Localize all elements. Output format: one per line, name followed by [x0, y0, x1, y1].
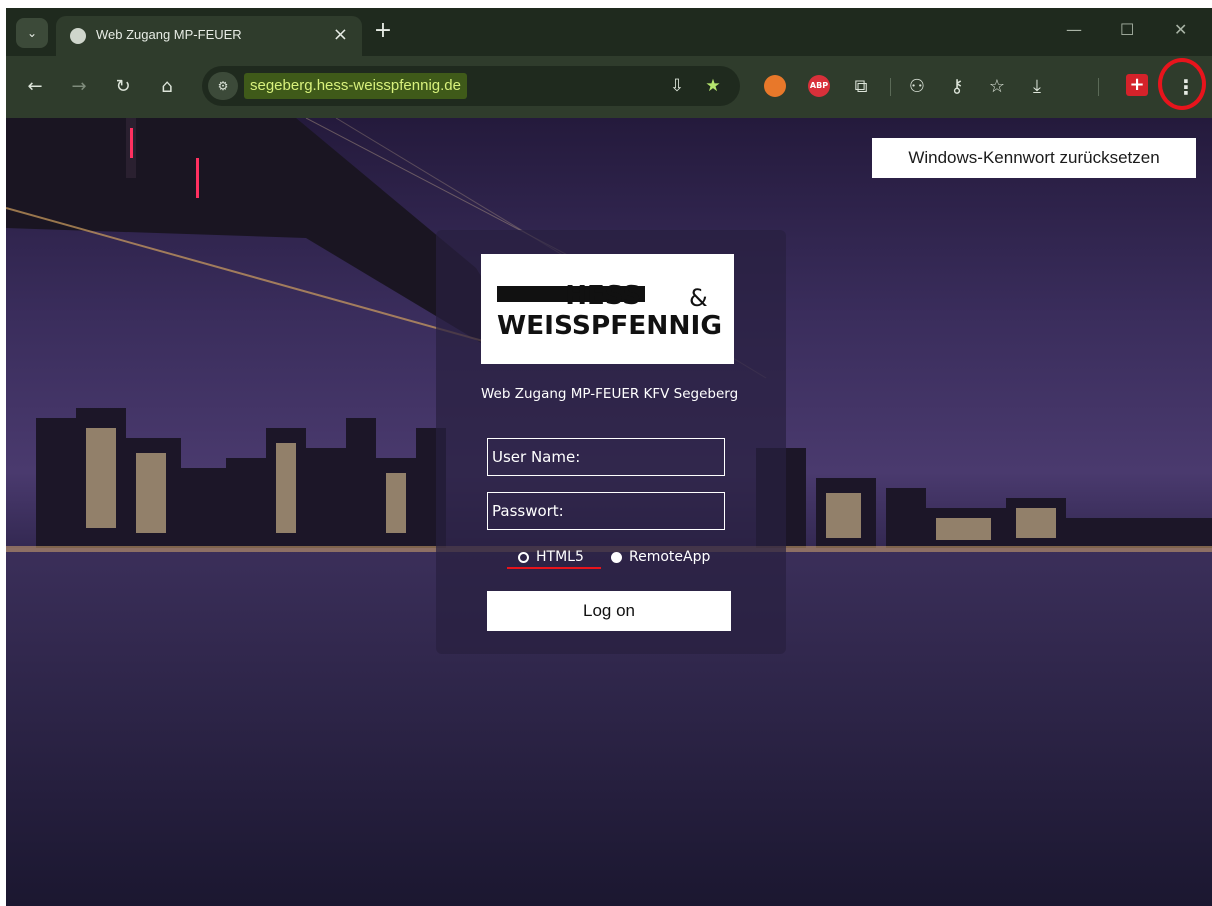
forward-button[interactable]: →: [66, 74, 92, 100]
password-field[interactable]: Passwort:: [487, 492, 725, 530]
radio-remoteapp-label[interactable]: RemoteApp: [629, 549, 710, 565]
minimize-button[interactable]: —: [1066, 20, 1082, 39]
extension-orange-icon[interactable]: [764, 75, 786, 97]
reload-button[interactable]: ↻: [110, 74, 136, 100]
url-text[interactable]: segeberg.hess-weisspfennig.de: [244, 73, 467, 99]
hess-weisspfennig-logo: HESS & WEISSPFENNIG: [497, 281, 722, 341]
bookmark-star-icon[interactable]: ★: [700, 73, 726, 99]
company-logo: HESS & WEISSPFENNIG: [481, 254, 734, 364]
password-key-icon[interactable]: ⚷: [944, 74, 970, 100]
tab-search-button[interactable]: ⌄: [16, 18, 48, 48]
red-cross-extension-icon[interactable]: +: [1126, 74, 1148, 96]
back-button[interactable]: ←: [22, 74, 48, 100]
bookmarks-icon[interactable]: ☆: [984, 74, 1010, 100]
svg-text:&: &: [689, 284, 708, 312]
annotation-underline: [507, 567, 601, 569]
new-tab-button[interactable]: +: [370, 18, 396, 44]
annotation-circle: [1158, 58, 1206, 110]
site-info-icon[interactable]: ⚙: [208, 72, 238, 100]
tab-active[interactable]: Web Zugang MP-FEUER ×: [56, 16, 362, 56]
close-tab-icon[interactable]: ×: [333, 24, 348, 45]
radio-remoteapp[interactable]: [611, 552, 622, 563]
home-button[interactable]: ⌂: [154, 74, 180, 100]
reset-windows-password-button[interactable]: Windows-Kennwort zurücksetzen: [872, 138, 1196, 178]
radio-html5[interactable]: [518, 552, 529, 563]
browser-window: ⌄ Web Zugang MP-FEUER × + — ☐ ✕ ← → ↻ ⌂ …: [6, 8, 1212, 906]
install-app-icon[interactable]: ⇩: [664, 73, 690, 99]
toolbar-separator: [890, 78, 891, 96]
address-bar[interactable]: ⚙ segeberg.hess-weisspfennig.de ⇩ ★: [202, 66, 740, 106]
radio-html5-label[interactable]: HTML5: [536, 549, 584, 565]
adblock-plus-icon[interactable]: ABP: [808, 75, 830, 97]
maximize-button[interactable]: ☐: [1120, 20, 1134, 39]
tab-title: Web Zugang MP-FEUER: [96, 27, 242, 42]
download-icon[interactable]: ⤓: [1024, 74, 1050, 100]
browser-toolbar: ← → ↻ ⌂ ⚙ segeberg.hess-weisspfennig.de …: [6, 56, 1212, 118]
globe-icon: [70, 28, 86, 44]
page-viewport: Windows-Kennwort zurücksetzen HESS & WEI…: [6, 118, 1212, 906]
svg-text:WEISSPFENNIG: WEISSPFENNIG: [497, 311, 722, 341]
chevron-down-icon: ⌄: [26, 26, 38, 40]
incognito-icon[interactable]: ⚇: [904, 74, 930, 100]
close-window-button[interactable]: ✕: [1174, 20, 1187, 39]
logon-button[interactable]: Log on: [487, 591, 731, 631]
login-panel: HESS & WEISSPFENNIG Web Zugang MP-FEUER …: [436, 230, 786, 654]
username-field[interactable]: User Name:: [487, 438, 725, 476]
toolbar-separator: [1098, 78, 1099, 96]
page-heading: Web Zugang MP-FEUER KFV Segeberg: [481, 386, 739, 402]
svg-text:HESS: HESS: [565, 281, 641, 311]
tab-strip: ⌄ Web Zugang MP-FEUER × + — ☐ ✕: [6, 8, 1212, 56]
extensions-puzzle-icon[interactable]: ⧉: [848, 74, 874, 100]
